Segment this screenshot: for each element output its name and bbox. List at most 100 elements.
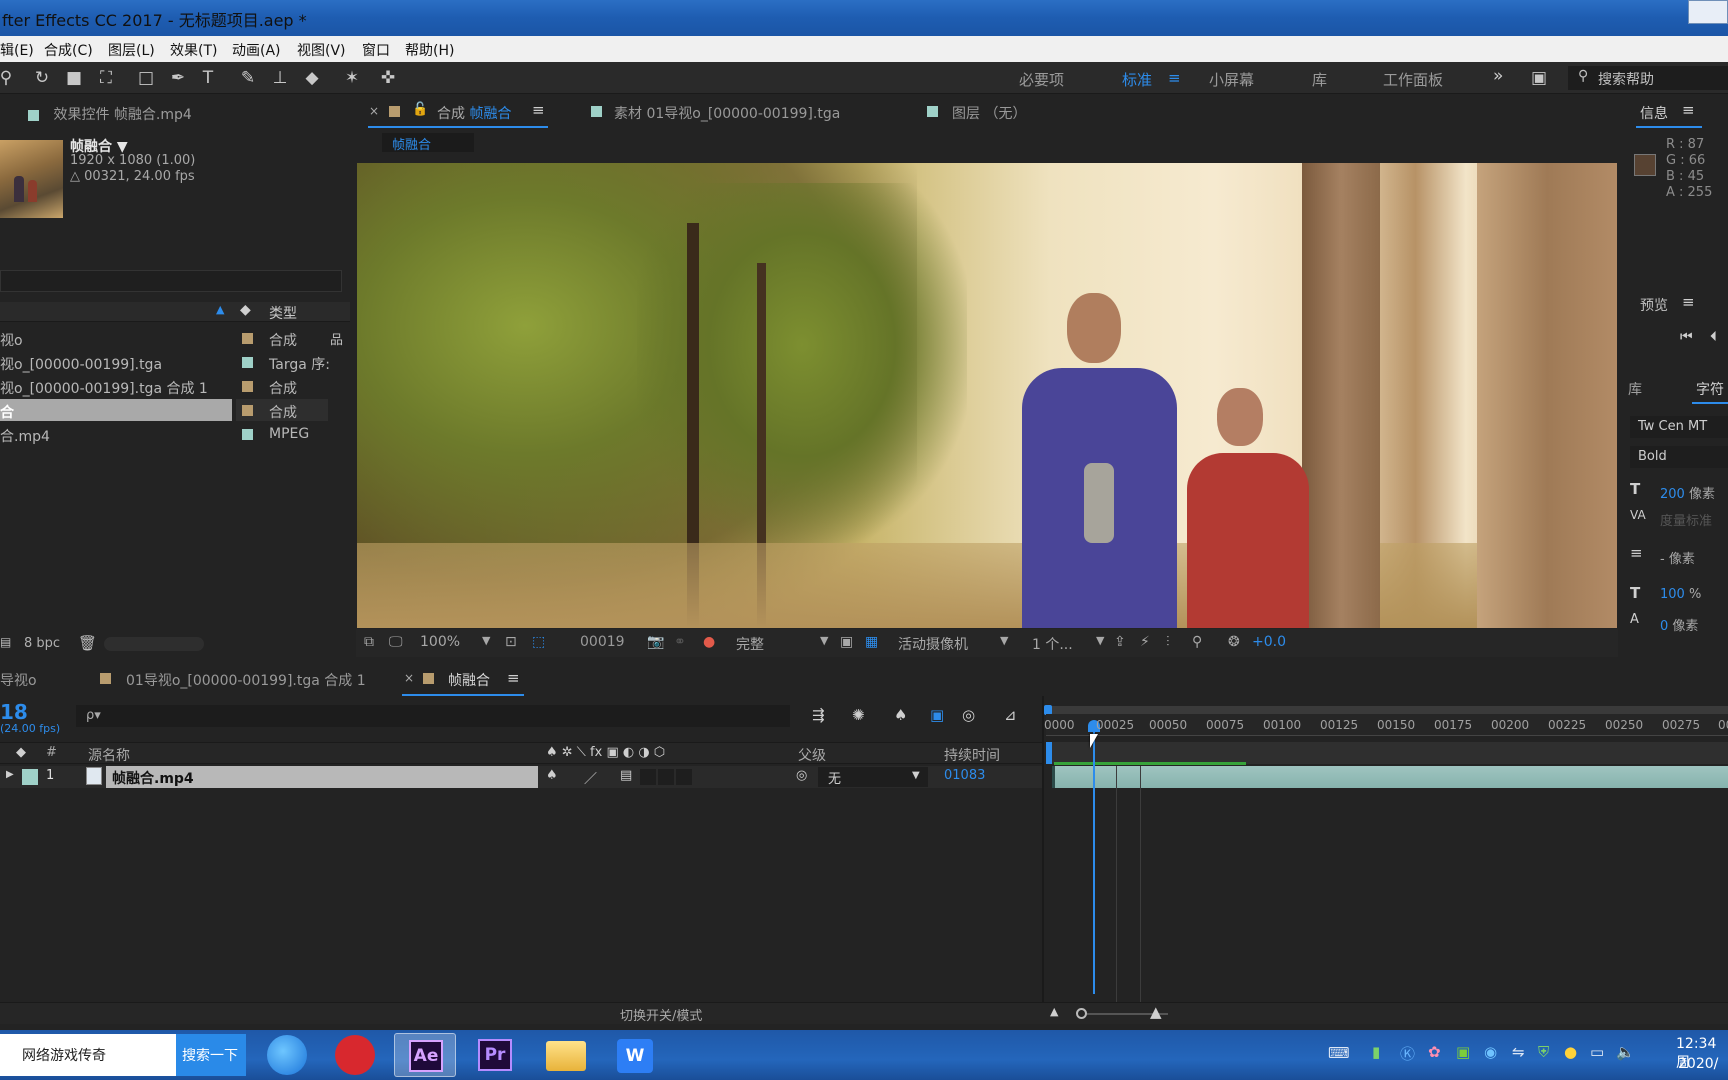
browser-icon[interactable]	[256, 1033, 318, 1077]
project-scrollbar[interactable]	[104, 637, 204, 651]
project-item[interactable]: 视o 合成 品	[0, 327, 350, 349]
pen-tool-icon[interactable]: ✒	[166, 66, 190, 90]
flowchart-small-icon[interactable]: ▤	[0, 635, 11, 649]
workspace-menu-icon[interactable]: ≡	[1168, 69, 1181, 87]
zoom-in-icon[interactable]: ▲	[1150, 1003, 1162, 1021]
tab-menu-icon[interactable]: ≡	[532, 101, 545, 119]
rotate-tool-icon[interactable]: ↻	[30, 66, 54, 90]
preview-tab[interactable]: 预览	[1640, 295, 1668, 315]
workspace-essentials[interactable]: 必要项	[1019, 69, 1064, 90]
menu-window[interactable]: 窗口	[362, 40, 390, 60]
shy-switch-icon[interactable]: ♠	[546, 768, 558, 783]
motion-blur-switch[interactable]	[640, 769, 656, 785]
draft-3d-icon[interactable]: ✺	[852, 706, 865, 724]
premiere-icon[interactable]: Pr	[464, 1033, 526, 1077]
menu-composition[interactable]: 合成(C)	[44, 40, 93, 60]
bit-depth-button[interactable]: 8 bpc	[24, 636, 60, 651]
type-column-header[interactable]: 类型	[269, 303, 297, 323]
tab-menu-icon[interactable]: ≡	[1682, 293, 1695, 311]
region-of-interest-icon[interactable]: ▣	[840, 634, 853, 650]
layer-label-swatch[interactable]	[22, 769, 38, 785]
action-center-tray-icon[interactable]: ▭	[1590, 1043, 1604, 1061]
close-tab-icon[interactable]: ×	[369, 104, 379, 118]
flower-tray-icon[interactable]: ✿	[1428, 1043, 1441, 1061]
frame-blend-switch-icon[interactable]: ▤	[620, 768, 632, 783]
tab-menu-icon[interactable]: ≡	[1682, 101, 1695, 119]
trash-icon[interactable]: 🗑	[78, 634, 97, 652]
toggle-view-icon[interactable]: ⇪	[1114, 634, 1126, 650]
zoom-select[interactable]: 100% ▼	[420, 634, 494, 650]
current-time-display[interactable]: 18	[0, 700, 28, 724]
project-item[interactable]: 视o_[00000-00199].tga Targa 序:	[0, 351, 350, 373]
workspace-more-icon[interactable]: »	[1493, 66, 1503, 86]
work-area-bar[interactable]	[1046, 742, 1728, 764]
zoom-tool-icon[interactable]: ⚲	[0, 66, 18, 90]
monitor-icon[interactable]: 🖵	[389, 634, 403, 650]
leading-field[interactable]: - 像素	[1660, 548, 1695, 567]
current-time-indicator[interactable]	[1093, 722, 1095, 994]
camera-select[interactable]: 活动摄像机 ▼	[898, 634, 1018, 654]
menu-edit[interactable]: 辑(E)	[0, 40, 34, 60]
shy-layers-icon[interactable]: ♠	[894, 706, 907, 724]
source-name-column-header[interactable]: 源名称	[88, 745, 130, 765]
clone-stamp-tool-icon[interactable]: ⊥	[268, 66, 292, 90]
menu-layer[interactable]: 图层(L)	[108, 40, 155, 60]
info-tab[interactable]: 信息	[1640, 103, 1668, 123]
always-preview-icon[interactable]: ⧉	[364, 634, 374, 650]
exposure-value[interactable]: +0.0	[1252, 634, 1286, 650]
layer-name[interactable]: 帧融合.mp4	[112, 768, 194, 788]
type-tool-icon[interactable]: T	[196, 66, 220, 90]
channel-rgb-icon[interactable]: ●	[703, 634, 715, 650]
parent-select[interactable]: 无 ▼	[818, 767, 928, 787]
workspace-libraries[interactable]: 库	[1312, 69, 1327, 90]
project-item[interactable]: 合.mp4 MPEG	[0, 423, 350, 445]
pan-behind-tool-icon[interactable]: ⛶	[94, 66, 118, 90]
graph-editor-icon[interactable]: ⊿	[1004, 706, 1017, 724]
nvidia-tray-icon[interactable]: ▣	[1456, 1043, 1470, 1061]
adjustment-switch[interactable]	[658, 769, 674, 785]
network-tray-icon[interactable]: ⇋	[1512, 1043, 1525, 1061]
reset-exposure-icon[interactable]: ❂	[1228, 634, 1240, 650]
first-frame-icon[interactable]: ⏮	[1680, 329, 1693, 345]
timeline-tab[interactable]: 导视o	[0, 670, 37, 690]
project-search-field[interactable]	[0, 270, 342, 292]
battery-tray-icon[interactable]: ▮	[1372, 1043, 1380, 1061]
baseline-shift-field[interactable]: 0 像素	[1660, 615, 1698, 634]
security-tray-icon[interactable]: ⛨	[1538, 1043, 1549, 1061]
project-item-selected[interactable]: 合 合成	[0, 399, 350, 421]
fast-previews-icon[interactable]: ⚡	[1140, 634, 1150, 650]
menu-view[interactable]: 视图(V)	[297, 40, 346, 60]
rectangle-tool-icon[interactable]: □	[134, 66, 158, 90]
layer-row[interactable]: ▶ 1 帧融合.mp4 ♠ ／ ▤ ◎ 无 ▼ 01083	[0, 766, 1042, 788]
current-frame-field[interactable]: 00019	[580, 634, 625, 650]
workspace-standard[interactable]: 标准	[1122, 69, 1152, 90]
k-tray-icon[interactable]: Ⓚ	[1400, 1043, 1415, 1064]
libraries-tab[interactable]: 库	[1628, 379, 1642, 399]
taskbar-search-input[interactable]: 网络游戏传奇	[0, 1034, 176, 1076]
composition-flowchart-icon[interactable]: ⇶	[812, 706, 825, 724]
font-size-field[interactable]: 200 像素	[1660, 483, 1715, 502]
tab-composition[interactable]: 合成 帧融合	[437, 103, 511, 123]
time-navigator[interactable]	[1046, 706, 1728, 714]
wps-icon[interactable]: W	[604, 1033, 666, 1077]
puppet-tool-icon[interactable]: ✜	[376, 66, 400, 90]
lock-icon[interactable]: 🔓	[412, 102, 428, 117]
expand-arrow-icon[interactable]: ▶	[6, 769, 14, 780]
keyboard-tray-icon[interactable]: ⌨	[1328, 1044, 1350, 1062]
volume-tray-icon[interactable]: 🔈	[1616, 1043, 1635, 1061]
camera-tool-icon[interactable]: ■	[62, 66, 86, 90]
layer-duration[interactable]: 01083	[944, 768, 985, 783]
views-select[interactable]: 1 个... ▼	[1032, 634, 1112, 654]
mask-visibility-icon[interactable]: ⬚	[532, 634, 545, 650]
parent-column-header[interactable]: 父级	[798, 745, 826, 765]
composition-canvas[interactable]	[357, 163, 1617, 628]
netease-music-icon[interactable]	[324, 1033, 386, 1077]
frame-blending-icon[interactable]: ▣	[930, 706, 944, 724]
quality-switch-icon[interactable]: ／	[584, 768, 597, 787]
snapshot-camera-icon[interactable]: 📷	[647, 634, 664, 650]
clock-date[interactable]: 2020/	[1678, 1056, 1718, 1072]
kerning-field[interactable]: 度量标准	[1660, 510, 1712, 529]
close-tab-icon[interactable]: ×	[404, 671, 414, 685]
fit-icon[interactable]: ⊡	[505, 634, 517, 650]
label-tag-icon[interactable]: ◆	[240, 302, 251, 318]
